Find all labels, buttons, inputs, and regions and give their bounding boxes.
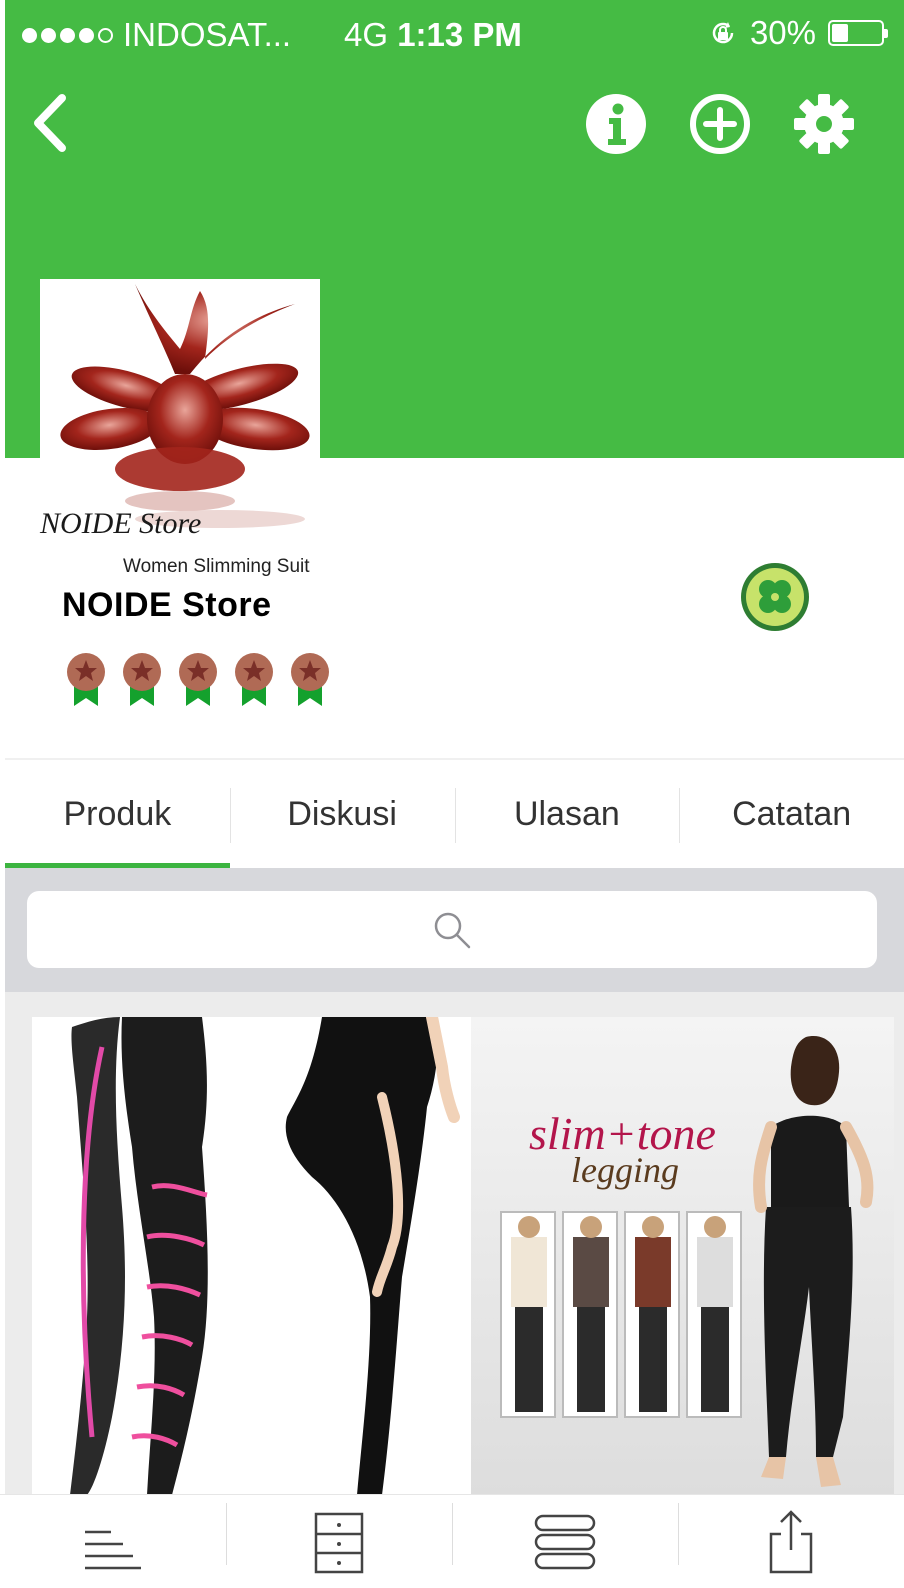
medal-icon bbox=[291, 653, 329, 706]
sort-button[interactable] bbox=[0, 1495, 226, 1588]
battery-percent: 30% bbox=[749, 14, 816, 51]
slimming-legging-photo bbox=[70, 1017, 460, 1495]
logo-subtitle-text: Women Slimming Suit bbox=[123, 556, 310, 577]
tab-produk[interactable]: Produk bbox=[5, 760, 230, 868]
clock: 4G 1:13 PM bbox=[344, 16, 522, 54]
logo-title-text: NOIDE Store bbox=[40, 507, 202, 540]
bottom-toolbar bbox=[0, 1494, 904, 1588]
medal-icon bbox=[179, 653, 217, 706]
tab-ulasan[interactable]: Ulasan bbox=[454, 760, 680, 868]
reputation-medals bbox=[66, 652, 330, 708]
signal-strength-icon bbox=[22, 27, 113, 43]
battery-icon bbox=[828, 20, 888, 46]
tab-catatan[interactable]: Catatan bbox=[679, 760, 904, 868]
search-field[interactable] bbox=[27, 891, 877, 968]
medal-icon bbox=[123, 653, 161, 706]
share-icon bbox=[769, 1509, 813, 1573]
status-bar: INDOSAT... 4G 1:13 PM 30% bbox=[0, 0, 904, 70]
store-tabs: Produk Diskusi Ulasan Catatan bbox=[5, 760, 904, 868]
store-name: NOIDE Store bbox=[62, 586, 272, 624]
gold-merchant-clover-icon[interactable] bbox=[740, 562, 810, 632]
info-icon[interactable] bbox=[584, 92, 648, 156]
product-card[interactable] bbox=[32, 1017, 471, 1495]
list-view-icon bbox=[534, 1514, 596, 1569]
search-input[interactable] bbox=[27, 891, 877, 968]
plus-circle-icon[interactable] bbox=[688, 92, 752, 156]
etalase-button[interactable] bbox=[226, 1495, 452, 1588]
tab-diskusi[interactable]: Diskusi bbox=[229, 760, 455, 868]
product-grid: slim+tone legging bbox=[5, 992, 904, 1495]
drawer-icon bbox=[314, 1512, 364, 1573]
gear-icon[interactable] bbox=[792, 92, 856, 156]
tab-label: Ulasan bbox=[513, 794, 620, 833]
carrier-name: INDOSAT... bbox=[123, 16, 292, 53]
medal-icon bbox=[67, 653, 105, 706]
carrier-info: INDOSAT... bbox=[22, 16, 291, 54]
sort-icon bbox=[85, 1530, 141, 1569]
battery-info: 30% bbox=[708, 14, 888, 52]
tab-label: Produk bbox=[63, 794, 172, 833]
product-card[interactable]: slim+tone legging bbox=[471, 1017, 894, 1495]
search-bar-container bbox=[5, 868, 904, 992]
time: 1:13 PM bbox=[397, 16, 522, 53]
network-type: 4G bbox=[344, 16, 389, 53]
chevron-left-icon[interactable] bbox=[22, 92, 86, 156]
tab-label: Catatan bbox=[732, 794, 852, 833]
rotation-lock-icon bbox=[712, 22, 734, 44]
share-button[interactable] bbox=[678, 1495, 904, 1588]
slim-tone-legging-photo bbox=[500, 1036, 874, 1487]
tab-label: Diskusi bbox=[287, 794, 397, 833]
list-view-button[interactable] bbox=[452, 1495, 678, 1588]
medal-icon bbox=[235, 653, 273, 706]
